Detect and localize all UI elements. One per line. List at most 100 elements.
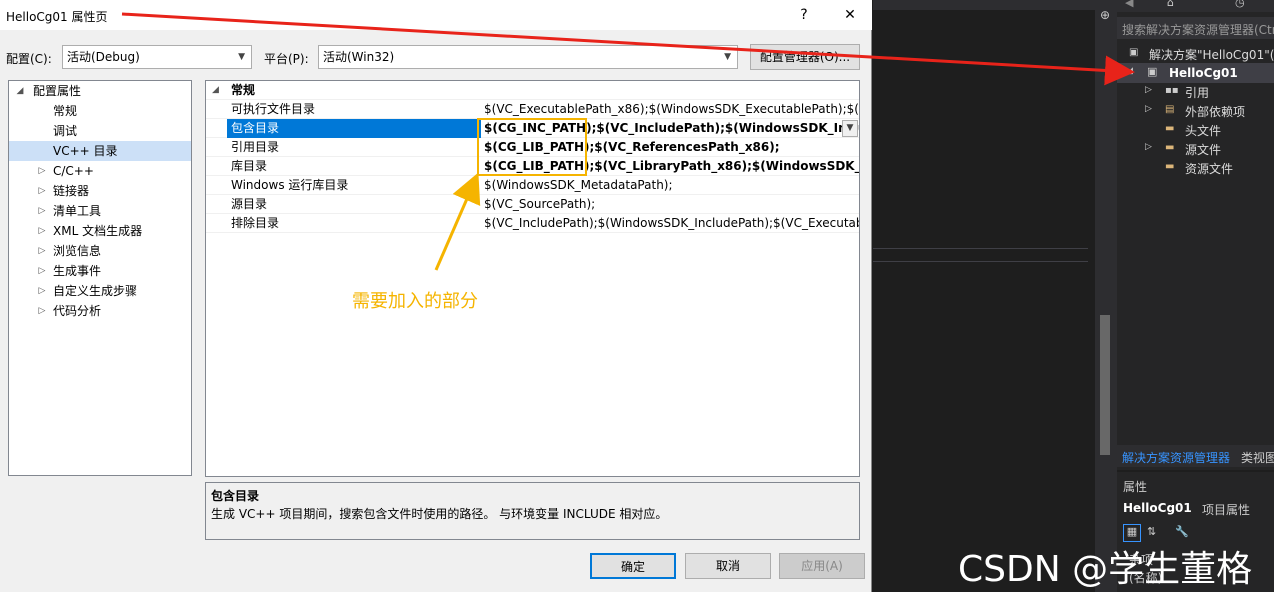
category-label: 常规 [231, 83, 256, 97]
expand-arrow-icon[interactable]: ▷ [37, 161, 47, 181]
chevron-down-icon: ▼ [724, 52, 731, 62]
solution-tree-node[interactable]: 头文件 [1185, 122, 1221, 139]
solution-tree-node[interactable]: 资源文件 [1185, 160, 1233, 177]
explorer-tabs: 解决方案资源管理器 类视图 [1117, 445, 1274, 467]
back-icon[interactable]: ◀ [1125, 0, 1133, 9]
properties-header: 属性 [1123, 480, 1148, 494]
property-name: 可执行文件目录 [231, 102, 316, 116]
chevron-down-icon: ▼ [238, 52, 245, 62]
history-icon[interactable]: ◷ [1235, 0, 1245, 9]
expanded-arrow-icon[interactable]: ◢ [15, 81, 25, 101]
tree-root[interactable]: ◢ 配置属性 [9, 81, 191, 101]
description-panel: 包含目录 生成 VC++ 项目期间，搜索包含文件时使用的路径。 与环境变量 IN… [205, 482, 860, 540]
solution-node[interactable]: 解决方案"HelloCg01"( [1149, 46, 1274, 63]
expanded-arrow-icon[interactable]: ◢ [1126, 66, 1133, 76]
solution-search[interactable]: 搜索解决方案资源管理器(Ctrl [1117, 17, 1274, 39]
property-row[interactable]: 包含目录 $(CG_INC_PATH);$(VC_IncludePath);$(W… [206, 119, 859, 138]
title-bar: HelloCg01 属性页 ? ✕ [0, 0, 872, 30]
property-row[interactable]: 库目录 $(CG_LIB_PATH);$(VC_LibraryPath_x86);… [206, 157, 859, 176]
cancel-button[interactable]: 取消 [685, 553, 771, 579]
property-value[interactable]: $(CG_INC_PATH);$(VC_IncludePath);$(Windo… [484, 119, 859, 138]
tree-item[interactable]: ▷ 浏览信息 [9, 241, 191, 261]
expand-arrow-icon[interactable]: ▷ [1145, 104, 1152, 114]
expand-arrow-icon[interactable]: ▷ [37, 261, 47, 281]
property-row[interactable]: 排除目录 $(VC_IncludePath);$(WindowsSDK_Inclu… [206, 214, 859, 233]
tree-item[interactable]: ▷ 代码分析 [9, 301, 191, 321]
expand-arrow-icon[interactable]: ▷ [37, 281, 47, 301]
tree-item[interactable]: ▷ C/C++ [9, 161, 191, 181]
solution-tree-node[interactable]: 源文件 [1185, 141, 1221, 158]
properties-object: HelloCg01 [1123, 501, 1192, 515]
solution-tree-node[interactable]: 外部依赖项 [1185, 103, 1245, 120]
dropdown-button[interactable]: ▼ [842, 120, 858, 137]
editor-top-strip [873, 0, 1095, 10]
tree-item-label: 常规 [53, 104, 78, 118]
reference-icon: ▪▪ [1165, 85, 1179, 96]
apply-button[interactable]: 应用(A) [779, 553, 865, 579]
property-row[interactable]: 可执行文件目录 $(VC_ExecutablePath_x86);$(Window… [206, 100, 859, 119]
property-name: 排除目录 [231, 216, 280, 230]
tree-item[interactable]: ▷ 链接器 [9, 181, 191, 201]
tree-root-label: 配置属性 [33, 84, 82, 98]
tree-item[interactable]: 常规 [9, 101, 191, 121]
property-value[interactable]: $(CG_LIB_PATH);$(VC_LibraryPath_x86);$(W… [484, 157, 859, 176]
expand-arrow-icon[interactable]: ▷ [1145, 142, 1152, 152]
config-manager-button[interactable]: 配置管理器(O)... [750, 44, 860, 70]
tree-item[interactable]: ▷ 自定义生成步骤 [9, 281, 191, 301]
property-name: Windows 运行库目录 [231, 178, 349, 192]
wrench-icon[interactable]: 🔧 [1175, 525, 1189, 538]
category-tree: ◢ 配置属性 常规 调试 VC++ 目录 ▷ C/C++ ▷ 链接器 ▷ 清单工具 ▷ XML 文档… [8, 80, 192, 476]
folder-icon: ▤ [1165, 104, 1175, 115]
close-button[interactable]: ✕ [838, 4, 862, 26]
property-name: 包含目录 [227, 119, 481, 138]
alphabetical-icon[interactable]: ⇅ [1147, 525, 1156, 538]
properties-object-type: 项目属性 [1202, 503, 1251, 517]
ok-button[interactable]: 确定 [590, 553, 676, 579]
home-icon[interactable]: ⌂ [1167, 0, 1174, 9]
config-value: 活动(Debug) [67, 50, 140, 64]
property-row[interactable]: 源目录 $(VC_SourcePath); [206, 195, 859, 214]
property-value[interactable]: $(VC_ExecutablePath_x86);$(WindowsSDK_Ex… [484, 100, 859, 119]
expand-arrow-icon[interactable]: ▷ [37, 221, 47, 241]
config-select[interactable]: 活动(Debug) ▼ [62, 45, 252, 69]
project-row[interactable]: ◢ ▣ HelloCg01 [1117, 63, 1274, 83]
expand-arrow-icon[interactable]: ▷ [37, 201, 47, 221]
tab-solution-explorer[interactable]: 解决方案资源管理器 [1122, 449, 1230, 466]
tab-class-view[interactable]: 类视图 [1241, 449, 1274, 466]
property-value[interactable]: $(VC_SourcePath); [484, 195, 859, 214]
expand-arrow-icon[interactable]: ▷ [37, 181, 47, 201]
property-name: 库目录 [231, 159, 268, 173]
expand-arrow-icon[interactable]: ▷ [37, 301, 47, 321]
platform-select[interactable]: 活动(Win32) ▼ [318, 45, 738, 69]
tree-item-label: C/C++ [53, 164, 94, 178]
tree-item[interactable]: ▷ 生成事件 [9, 261, 191, 281]
solution-explorer: ◀ ⌂ ◷ 搜索解决方案资源管理器(Ctrl ▣ 解决方案"HelloCg01"… [1117, 0, 1274, 470]
collapse-arrow-icon[interactable]: ◢ [212, 81, 219, 100]
solution-tree-node[interactable]: 引用 [1185, 84, 1209, 101]
folder-icon: ▬ [1165, 142, 1175, 153]
category-header[interactable]: ◢ 常规 [206, 81, 859, 100]
expand-arrow-icon[interactable]: ▷ [37, 241, 47, 261]
tree-item[interactable]: ▷ XML 文档生成器 [9, 221, 191, 241]
solution-toolbar: ◀ ⌂ ◷ [1117, 0, 1274, 12]
search-input[interactable]: 搜索解决方案资源管理器(Ctrl [1122, 21, 1274, 38]
tree-item[interactable]: VC++ 目录 [9, 141, 191, 161]
help-button[interactable]: ? [792, 4, 816, 26]
expand-arrow-icon[interactable]: ▷ [1145, 85, 1152, 95]
project-node: HelloCg01 [1169, 66, 1238, 80]
property-row[interactable]: 引用目录 $(CG_LIB_PATH);$(VC_ReferencesPath_x… [206, 138, 859, 157]
tree-item[interactable]: ▷ 清单工具 [9, 201, 191, 221]
property-value[interactable]: $(CG_LIB_PATH);$(VC_ReferencesPath_x86); [484, 138, 859, 157]
property-row[interactable]: Windows 运行库目录 $(WindowsSDK_MetadataPath); [206, 176, 859, 195]
tree-item[interactable]: 调试 [9, 121, 191, 141]
tree-item-label: 浏览信息 [53, 244, 102, 258]
watermark: CSDN @学生董格 [958, 549, 1253, 590]
property-value[interactable]: $(VC_IncludePath);$(WindowsSDK_IncludePa… [484, 214, 859, 233]
vertical-scrollbar[interactable]: ⊕ [1095, 0, 1117, 592]
folder-icon: ▬ [1165, 161, 1175, 172]
tree-item-label: 生成事件 [53, 264, 102, 278]
scrollbar-thumb[interactable] [1100, 315, 1110, 455]
platform-value: 活动(Win32) [323, 50, 395, 64]
pin-icon[interactable]: ⊕ [1097, 8, 1113, 24]
property-value[interactable]: $(WindowsSDK_MetadataPath); [484, 176, 859, 195]
